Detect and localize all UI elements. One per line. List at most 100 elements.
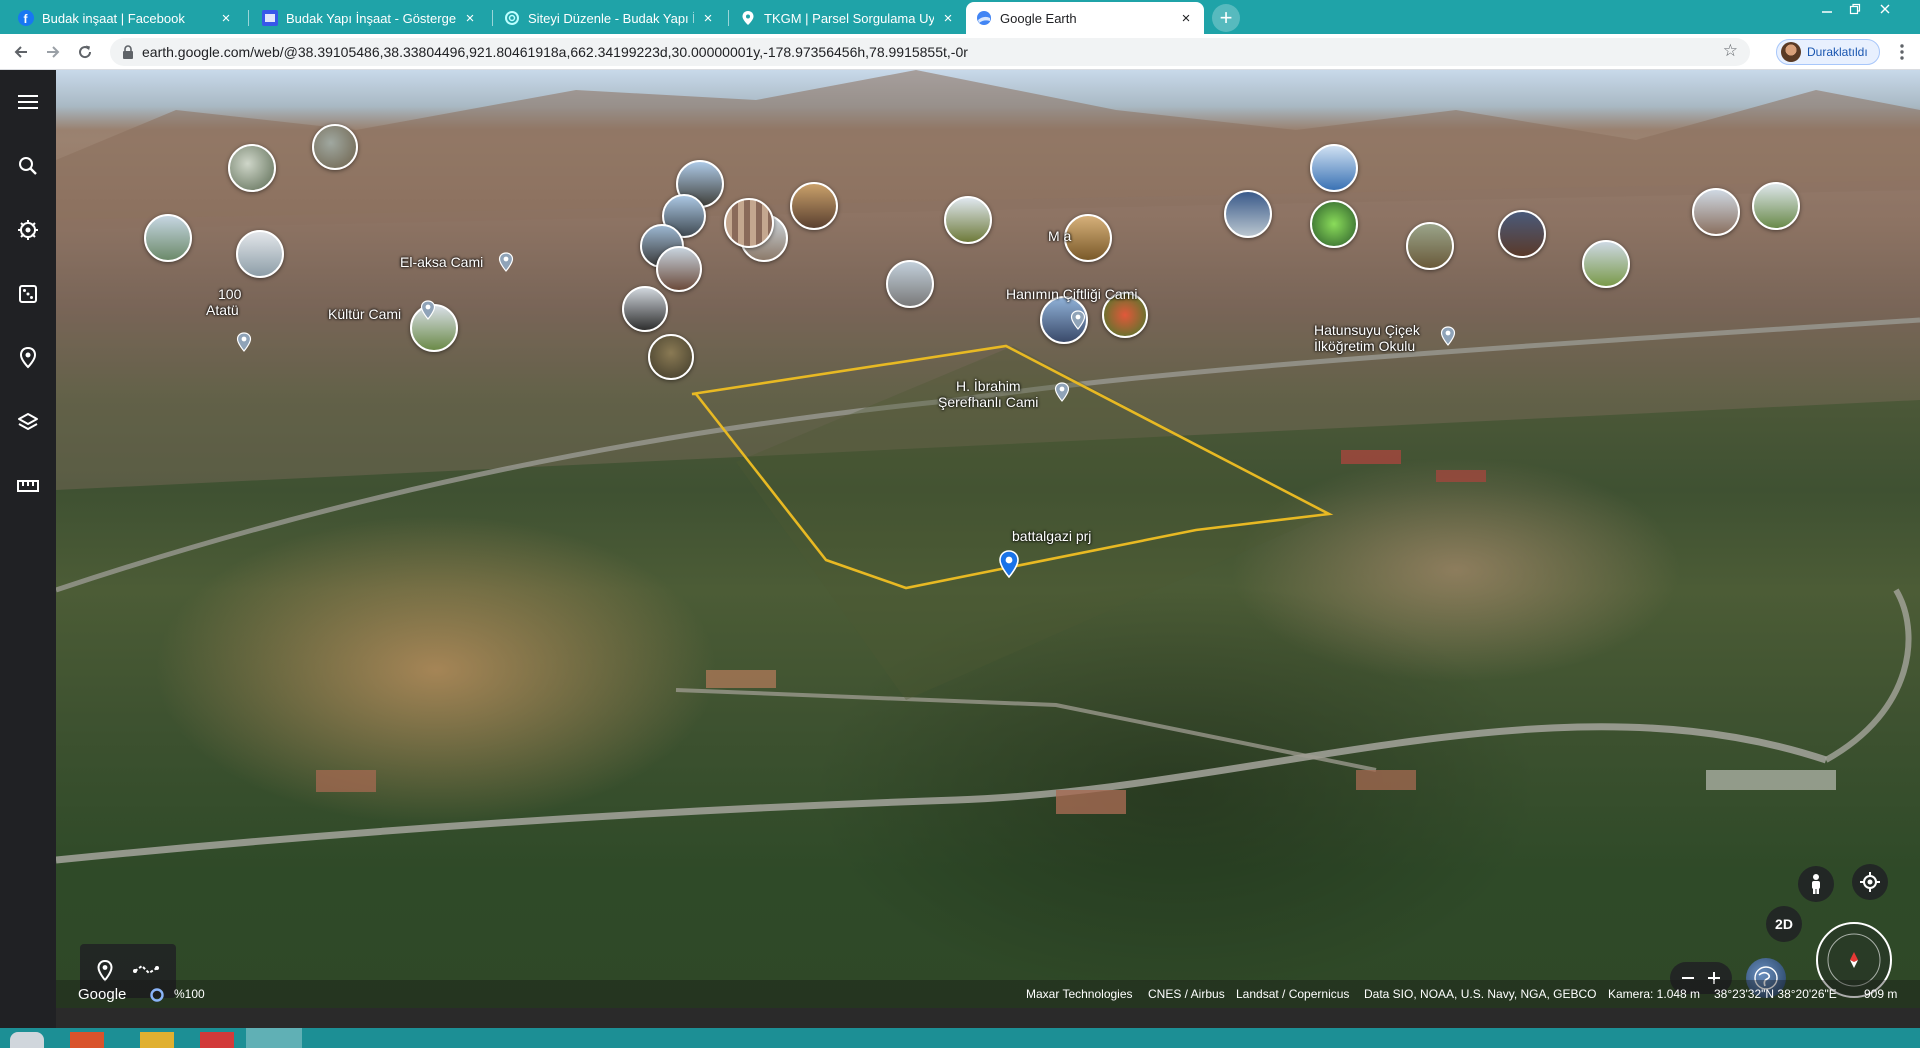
map-label-serefhanli[interactable]: Şerefhanlı Cami bbox=[938, 394, 1038, 410]
search-icon[interactable] bbox=[14, 152, 42, 180]
ground-elevation: 909 m bbox=[1864, 987, 1898, 1001]
avatar bbox=[1781, 42, 1801, 62]
photo-thumbnail[interactable] bbox=[1310, 144, 1358, 192]
forward-arrow-icon[interactable] bbox=[40, 39, 66, 65]
taskbar-chrome-icon[interactable] bbox=[246, 1028, 302, 1048]
tab-site-edit[interactable]: Siteyi Düzenle - Budak Yapı İnşaa × bbox=[494, 2, 726, 34]
placemark-pin-icon[interactable] bbox=[998, 550, 1020, 578]
google-earth-icon bbox=[976, 10, 992, 26]
photo-thumbnail[interactable] bbox=[1692, 188, 1740, 236]
restore-icon[interactable] bbox=[1846, 2, 1864, 20]
taskbar-start-icon[interactable] bbox=[10, 1032, 44, 1048]
profile-button[interactable]: Duraklatıldı bbox=[1776, 39, 1880, 65]
photo-thumbnail[interactable] bbox=[1406, 222, 1454, 270]
tab-google-earth[interactable]: Google Earth × bbox=[966, 2, 1204, 34]
photo-thumbnail[interactable] bbox=[236, 230, 284, 278]
mode-2d-button[interactable]: 2D bbox=[1766, 906, 1802, 942]
bookmark-pin-icon[interactable] bbox=[14, 344, 42, 372]
taskbar-app-icon[interactable] bbox=[70, 1032, 104, 1048]
credit-landsat[interactable]: Landsat / Copernicus bbox=[1236, 987, 1349, 1001]
tab-separator bbox=[248, 10, 249, 26]
photo-thumbnail[interactable] bbox=[312, 124, 358, 170]
tab-strip: f Budak inşaat | Facebook × Budak Yapı İ… bbox=[0, 0, 1920, 34]
facebook-icon: f bbox=[18, 10, 34, 26]
layers-icon[interactable] bbox=[14, 408, 42, 436]
map-label-ibrahim[interactable]: H. İbrahim bbox=[956, 378, 1021, 394]
photo-thumbnail[interactable] bbox=[790, 182, 838, 230]
credit-maxar[interactable]: Maxar Technologies bbox=[1026, 987, 1133, 1001]
earth-3d-view[interactable]: El-aksa Cami Kültür Cami 100 Atatü M a H… bbox=[56, 70, 1920, 1008]
map-label-atatu[interactable]: Atatü bbox=[206, 302, 239, 318]
photo-thumbnail[interactable] bbox=[144, 214, 192, 262]
close-window-icon[interactable] bbox=[1876, 2, 1894, 20]
poi-pin-icon[interactable] bbox=[1440, 326, 1456, 346]
voyager-wheel-icon[interactable] bbox=[14, 216, 42, 244]
tab-separator bbox=[492, 10, 493, 26]
tab-wordpress-dashboard[interactable]: Budak Yapı İnşaat - Gösterge tab × bbox=[252, 2, 488, 34]
taskbar-app-icon[interactable] bbox=[140, 1032, 174, 1048]
map-pin-icon bbox=[740, 10, 756, 26]
lock-icon[interactable] bbox=[120, 44, 136, 60]
close-tab-icon[interactable]: × bbox=[218, 10, 234, 27]
street-view-pegman-icon[interactable] bbox=[1798, 866, 1834, 902]
photo-thumbnail[interactable] bbox=[648, 334, 694, 380]
close-tab-icon[interactable]: × bbox=[700, 10, 716, 27]
browser-toolbar: earth.google.com/web/@38.39105486,38.338… bbox=[0, 34, 1920, 70]
tab-facebook[interactable]: f Budak inşaat | Facebook × bbox=[8, 2, 244, 34]
credit-cnes[interactable]: CNES / Airbus bbox=[1148, 987, 1225, 1001]
wordpress-icon bbox=[262, 10, 278, 26]
map-label-m-a[interactable]: M a bbox=[1048, 228, 1071, 244]
camera-altitude: Kamera: 1.048 m bbox=[1608, 987, 1701, 1001]
tab-title: Siteyi Düzenle - Budak Yapı İnşaa bbox=[528, 10, 694, 26]
photo-thumbnail[interactable] bbox=[1224, 190, 1272, 238]
tab-tkgm-parsel[interactable]: TKGM | Parsel Sorgulama Uygula × bbox=[730, 2, 966, 34]
photo-thumbnail[interactable] bbox=[622, 286, 668, 332]
credit-data-sio[interactable]: Data SIO, NOAA, U.S. Navy, NGA, GEBCO bbox=[1364, 987, 1597, 1001]
status-bar: Google %100 Maxar Technologies CNES / Ai… bbox=[56, 980, 1920, 1008]
map-label-hanimin[interactable]: Hanımın Çiftliği Cami bbox=[1006, 286, 1137, 302]
map-label-yuz[interactable]: 100 bbox=[218, 286, 241, 302]
ruler-icon[interactable] bbox=[14, 472, 42, 500]
back-arrow-icon[interactable] bbox=[8, 39, 34, 65]
address-bar[interactable]: earth.google.com/web/@38.39105486,38.338… bbox=[110, 38, 1750, 66]
url-text[interactable]: earth.google.com/web/@38.39105486,38.338… bbox=[142, 38, 968, 66]
more-options-icon[interactable] bbox=[1892, 39, 1912, 65]
photo-thumbnail[interactable] bbox=[656, 246, 702, 292]
photo-thumbnail[interactable] bbox=[724, 198, 774, 248]
photo-thumbnail[interactable] bbox=[944, 196, 992, 244]
photo-thumbnail[interactable] bbox=[1310, 200, 1358, 248]
placemark-label[interactable]: battalgazi prj bbox=[1012, 528, 1091, 544]
poi-pin-icon[interactable] bbox=[498, 252, 514, 272]
profile-status-label: Duraklatıldı bbox=[1807, 45, 1868, 59]
reload-icon[interactable] bbox=[72, 39, 98, 65]
poi-pin-icon[interactable] bbox=[236, 332, 252, 352]
taskbar-app-icon[interactable] bbox=[200, 1032, 234, 1048]
poi-pin-icon[interactable] bbox=[420, 300, 436, 320]
bookmark-star-icon[interactable]: ☆ bbox=[1723, 41, 1738, 61]
poi-pin-icon[interactable] bbox=[1054, 382, 1070, 402]
poi-pin-icon[interactable] bbox=[1070, 310, 1086, 330]
photo-thumbnail[interactable] bbox=[886, 260, 934, 308]
google-logo: Google bbox=[78, 986, 127, 1003]
tab-title: Budak inşaat | Facebook bbox=[42, 10, 185, 26]
new-tab-button[interactable]: + bbox=[1212, 4, 1240, 32]
tab-separator bbox=[728, 10, 729, 26]
map-label-el-aksa[interactable]: El-aksa Cami bbox=[400, 254, 483, 270]
close-tab-icon[interactable]: × bbox=[462, 10, 478, 27]
map-label-hatunsuyu[interactable]: Hatunsuyu Çiçek bbox=[1314, 322, 1420, 338]
photo-thumbnail[interactable] bbox=[228, 144, 276, 192]
map-label-kultur[interactable]: Kültür Cami bbox=[328, 306, 401, 322]
menu-icon[interactable] bbox=[14, 88, 42, 116]
minimize-icon[interactable] bbox=[1818, 2, 1836, 20]
dice-icon[interactable] bbox=[14, 280, 42, 308]
map-label-hatunsuyu-okulu[interactable]: İlköğretim Okulu bbox=[1314, 338, 1415, 354]
photo-thumbnail[interactable] bbox=[1582, 240, 1630, 288]
photo-thumbnail[interactable] bbox=[1752, 182, 1800, 230]
os-taskbar bbox=[0, 1028, 1920, 1048]
close-tab-icon[interactable]: × bbox=[940, 10, 956, 27]
cursor-coordinates: 38°23'32"N 38°20'26"E bbox=[1714, 987, 1837, 1001]
my-location-icon[interactable] bbox=[1852, 864, 1888, 900]
photo-thumbnail[interactable] bbox=[1498, 210, 1546, 258]
tab-title: TKGM | Parsel Sorgulama Uygula bbox=[764, 10, 934, 26]
close-tab-icon[interactable]: × bbox=[1178, 10, 1194, 27]
